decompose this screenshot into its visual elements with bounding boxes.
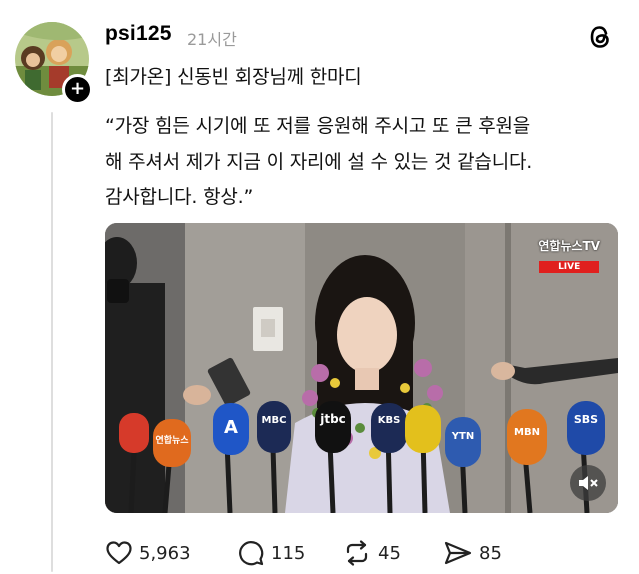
threads-logo-icon[interactable] <box>585 22 615 52</box>
broadcaster-watermark: 연합뉴스TV LIVE <box>538 237 600 273</box>
like-count: 5,963 <box>139 542 191 564</box>
post-headline: [최가온] 신동빈 회장님께 한마디 <box>105 66 362 88</box>
mic-label-yonhap: 연합뉴스 <box>155 434 189 446</box>
repost-button[interactable]: 45 <box>342 539 401 567</box>
post-quote-line-1: “가장 힘든 시기에 또 저를 응원해 주시고 또 큰 후원을 <box>105 115 531 137</box>
broadcaster-name: 연합뉴스TV <box>538 239 600 253</box>
muted-speaker-icon <box>579 476 598 490</box>
share-button[interactable]: 85 <box>443 539 502 567</box>
mute-button[interactable] <box>570 465 606 501</box>
mic-label-jtbc: jtbc <box>319 412 346 426</box>
post-timestamp: 21시간 <box>187 30 237 49</box>
speech-bubble-icon <box>239 541 264 566</box>
post-quote-line-2: 해 주셔서 제가 지금 이 자리에 설 수 있는 것 같습니다. <box>105 151 533 173</box>
mic-label-ytn: YTN <box>451 431 474 442</box>
follow-button[interactable]: + <box>62 74 93 105</box>
thread-connector-line <box>51 112 53 572</box>
post-quote-line-3: 감사합니다. 항상.” <box>105 186 254 208</box>
plus-icon: + <box>69 78 86 99</box>
mic-label-mbn: MBN <box>514 427 540 438</box>
mic-label-mbc: MBC <box>262 415 287 426</box>
repost-count: 45 <box>378 542 401 564</box>
mic-label-a: A <box>224 417 238 438</box>
reply-button[interactable]: 115 <box>237 539 305 567</box>
post-video[interactable]: 연합뉴스 A MBC jtbc KBS YTN MBN SBS 연합뉴스TV L… <box>105 223 618 513</box>
live-badge: LIVE <box>539 261 600 273</box>
paper-plane-icon <box>444 541 472 565</box>
mic-label-sbs: SBS <box>574 413 598 426</box>
heart-icon <box>106 541 132 565</box>
username[interactable]: psi125 <box>105 22 172 46</box>
mic-label-kbs: KBS <box>378 415 401 426</box>
share-count: 85 <box>479 542 502 564</box>
like-button[interactable]: 5,963 <box>105 539 191 567</box>
repost-icon <box>346 540 368 566</box>
reply-count: 115 <box>271 542 306 564</box>
